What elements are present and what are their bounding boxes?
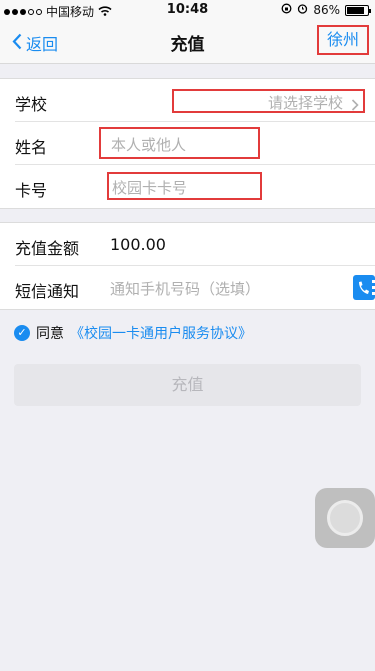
- rotation-lock-icon: [281, 3, 292, 17]
- identity-form: 学校 请选择学校 姓名 本人或他人 卡号 校园卡卡号: [0, 78, 375, 209]
- agreement-link[interactable]: 《校园一卡通用户服务协议》: [70, 323, 252, 343]
- status-right: 86%: [281, 3, 371, 17]
- alarm-icon: [297, 3, 308, 17]
- nav-bar: 返回 充值 徐州: [0, 20, 375, 64]
- recharge-button[interactable]: 充值: [14, 364, 361, 406]
- battery-icon: [345, 4, 371, 16]
- sms-label: 短信通知: [15, 282, 80, 301]
- name-input[interactable]: 本人或他人: [99, 127, 260, 159]
- amount-row: 充值金额 100.00: [15, 223, 375, 266]
- agreement: ✓ 同意 《校园一卡通用户服务协议》: [14, 323, 252, 343]
- school-row[interactable]: 学校 请选择学校: [15, 79, 375, 122]
- battery-percent: 86%: [313, 3, 340, 17]
- sms-phone-input[interactable]: 通知手机号码（选填）: [110, 278, 260, 299]
- contacts-icon[interactable]: [353, 275, 375, 304]
- status-bar: 中国移动 10:48 86%: [0, 0, 375, 20]
- amount-value[interactable]: 100.00: [110, 235, 166, 254]
- card-input[interactable]: 校园卡卡号: [107, 172, 262, 200]
- payment-form: 充值金额 100.00 短信通知 通知手机号码（选填）: [0, 222, 375, 310]
- chevron-right-icon: [351, 96, 359, 115]
- school-placeholder: 请选择学校: [267, 94, 343, 112]
- card-row: 卡号 校园卡卡号: [15, 165, 375, 208]
- card-label: 卡号: [15, 181, 48, 200]
- school-select[interactable]: 请选择学校: [172, 89, 365, 113]
- school-label: 学校: [15, 95, 48, 114]
- amount-label: 充值金额: [15, 239, 80, 258]
- agreement-checkbox[interactable]: ✓: [14, 325, 30, 341]
- agreement-prefix: 同意: [36, 326, 64, 342]
- assistive-touch-icon: [327, 500, 363, 536]
- sms-row: 短信通知 通知手机号码（选填）: [15, 266, 375, 309]
- name-label: 姓名: [15, 138, 48, 157]
- assistive-touch-button[interactable]: [315, 488, 375, 548]
- card-placeholder: 校园卡卡号: [112, 179, 188, 197]
- name-placeholder: 本人或他人: [111, 136, 187, 154]
- city-selector[interactable]: 徐州: [317, 25, 369, 55]
- name-row: 姓名 本人或他人: [15, 122, 375, 165]
